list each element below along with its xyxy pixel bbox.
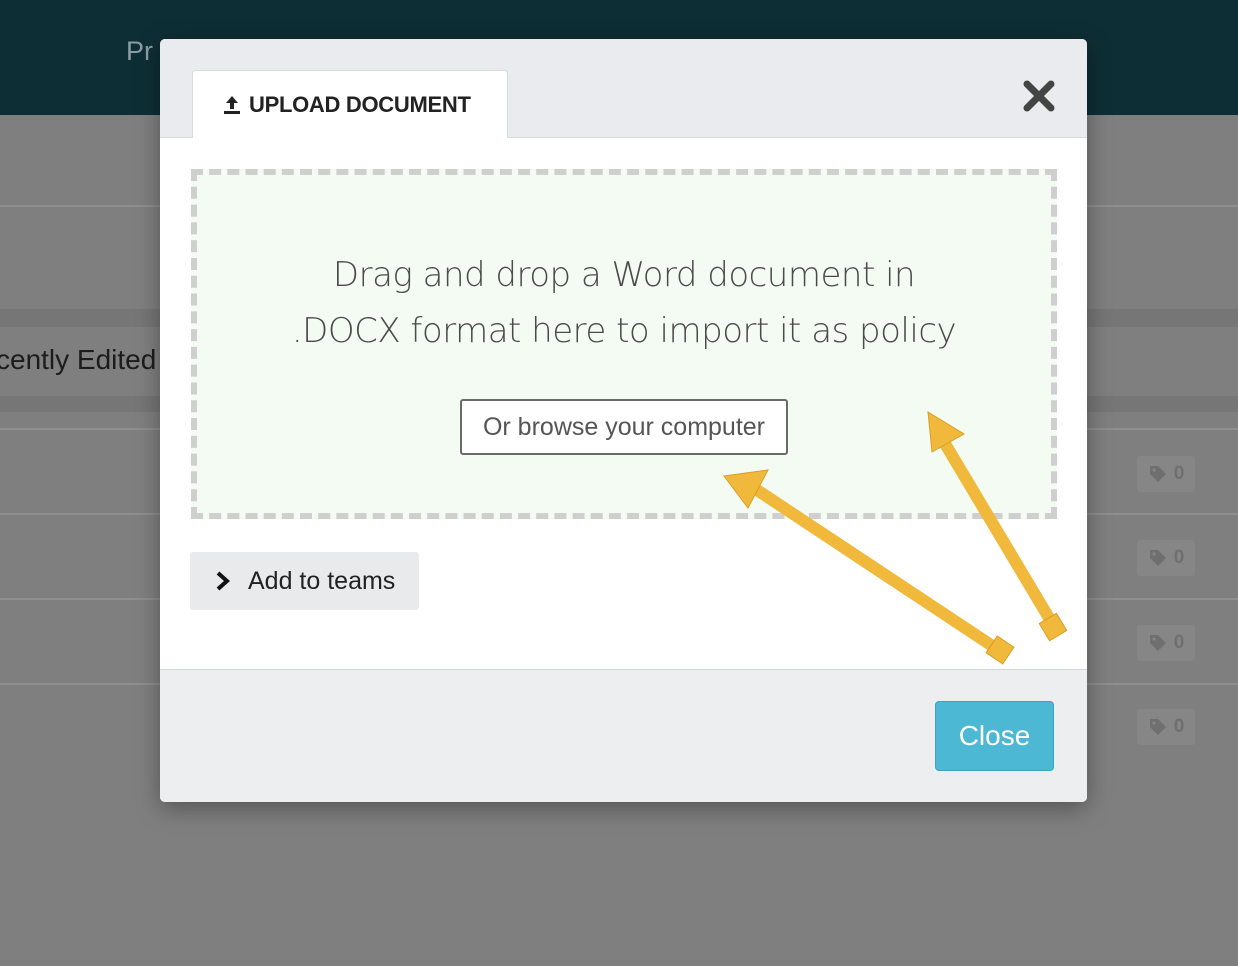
tab-upload-document[interactable]: UPLOAD DOCUMENT xyxy=(192,70,508,138)
tag-count-badge[interactable]: 0 xyxy=(1137,625,1195,661)
dropzone-text-line: .DOCX format here to import it as policy xyxy=(291,311,957,351)
dropzone-instructions: Drag and drop a Word document in .DOCX f… xyxy=(197,247,1051,359)
close-icon[interactable] xyxy=(1020,77,1058,115)
add-to-teams-button[interactable]: Add to teams xyxy=(190,552,419,610)
browse-computer-button[interactable]: Or browse your computer xyxy=(460,399,788,455)
modal-header: UPLOAD DOCUMENT xyxy=(160,39,1087,138)
tag-count-badge[interactable]: 0 xyxy=(1137,540,1195,576)
modal-footer: Close xyxy=(160,669,1087,802)
tag-icon xyxy=(1149,466,1166,482)
tag-count: 0 xyxy=(1173,632,1185,653)
upload-document-modal: UPLOAD DOCUMENT Drag and drop a Word doc… xyxy=(160,39,1087,802)
tag-count-badge[interactable]: 0 xyxy=(1137,456,1195,492)
close-button[interactable]: Close xyxy=(935,701,1054,771)
tag-count: 0 xyxy=(1173,463,1185,484)
upload-icon xyxy=(224,95,240,114)
recently-edited-heading: cently Edited xyxy=(0,344,157,375)
add-to-teams-label: Add to teams xyxy=(248,566,396,595)
tag-count: 0 xyxy=(1173,547,1185,568)
tag-count-badge[interactable]: 0 xyxy=(1137,709,1195,745)
tag-count: 0 xyxy=(1173,716,1185,737)
chevron-right-icon xyxy=(216,571,231,591)
tag-icon xyxy=(1149,719,1166,735)
file-dropzone[interactable]: Drag and drop a Word document in .DOCX f… xyxy=(191,169,1057,519)
tab-label: UPLOAD DOCUMENT xyxy=(249,91,471,117)
dropzone-text-line: Drag and drop a Word document in xyxy=(332,255,916,295)
tag-icon xyxy=(1149,550,1166,566)
nav-item[interactable]: Pr xyxy=(126,36,153,67)
tag-icon xyxy=(1149,635,1166,651)
